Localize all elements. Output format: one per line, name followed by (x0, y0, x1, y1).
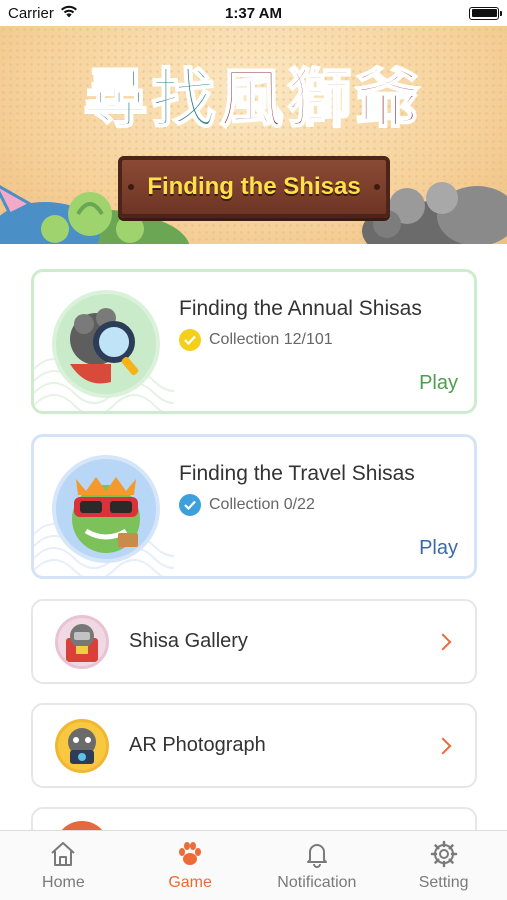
chevron-right-icon (434, 737, 452, 754)
travel-card-title: Finding the Travel Shisas (179, 462, 415, 485)
partial-list-item[interactable] (31, 807, 477, 830)
tab-home[interactable]: Home (0, 831, 127, 900)
travel-shisa-avatar (52, 455, 160, 563)
check-badge-icon (179, 494, 201, 516)
tab-home-label: Home (42, 874, 85, 891)
annual-play-button[interactable]: Play (419, 372, 458, 395)
banner-sign-text: Finding the Shisas (147, 173, 361, 200)
home-icon (51, 842, 76, 866)
header-banner: 尋找風獅爺 Finding the Shisas (0, 26, 507, 244)
battery-icon (469, 6, 502, 20)
shisa-gallery-label: Shisa Gallery (129, 630, 248, 652)
annual-card-title: Finding the Annual Shisas (179, 297, 422, 320)
chevron-right-icon (434, 633, 452, 650)
travel-collection-count: Collection 0/22 (209, 496, 315, 513)
annual-collection-status: Collection 12/101 (179, 329, 333, 351)
wifi-icon (60, 5, 78, 22)
gear-icon (430, 840, 457, 868)
magnifier-shisa-icon (70, 308, 139, 384)
ar-camera-icon (55, 718, 109, 773)
banner-title: 尋找風獅爺 (0, 48, 507, 140)
travel-play-button[interactable]: Play (419, 537, 458, 560)
ar-photograph-item[interactable]: AR Photograph (31, 703, 477, 788)
bell-icon (306, 844, 327, 868)
status-time: 1:37 AM (225, 4, 282, 22)
sunglasses-shisa-icon (72, 477, 140, 553)
tab-bar: Home Game Notification Setting (0, 830, 507, 900)
banner-title-part2: 風獅爺 (219, 61, 424, 138)
status-bar: Carrier 1:37 AM (0, 0, 507, 26)
tab-notification[interactable]: Notification (254, 831, 381, 900)
annual-shisas-card[interactable]: Finding the Annual Shisas Collection 12/… (31, 269, 477, 414)
list-item-icon (55, 821, 109, 830)
travel-shisas-card[interactable]: Finding the Travel Shisas Collection 0/2… (31, 434, 477, 579)
annual-collection-count: Collection 12/101 (209, 331, 333, 348)
tab-game-label: Game (168, 874, 212, 891)
tab-game[interactable]: Game (127, 831, 254, 900)
paw-icon (179, 842, 202, 865)
shisa-gallery-icon (55, 614, 109, 669)
banner-sign: Finding the Shisas (118, 156, 390, 218)
banner-title-part1: 尋找 (83, 61, 220, 138)
tab-setting-label: Setting (418, 874, 469, 891)
tab-setting[interactable]: Setting (380, 831, 507, 900)
game-content: Finding the Annual Shisas Collection 12/… (0, 244, 507, 830)
travel-collection-status: Collection 0/22 (179, 494, 315, 516)
tab-notification-label: Notification (277, 874, 357, 891)
ar-photograph-label: AR Photograph (129, 734, 266, 756)
shisa-gallery-item[interactable]: Shisa Gallery (31, 599, 477, 684)
check-badge-icon (179, 329, 201, 351)
carrier-label: Carrier (8, 4, 54, 22)
annual-shisa-avatar (52, 290, 160, 398)
